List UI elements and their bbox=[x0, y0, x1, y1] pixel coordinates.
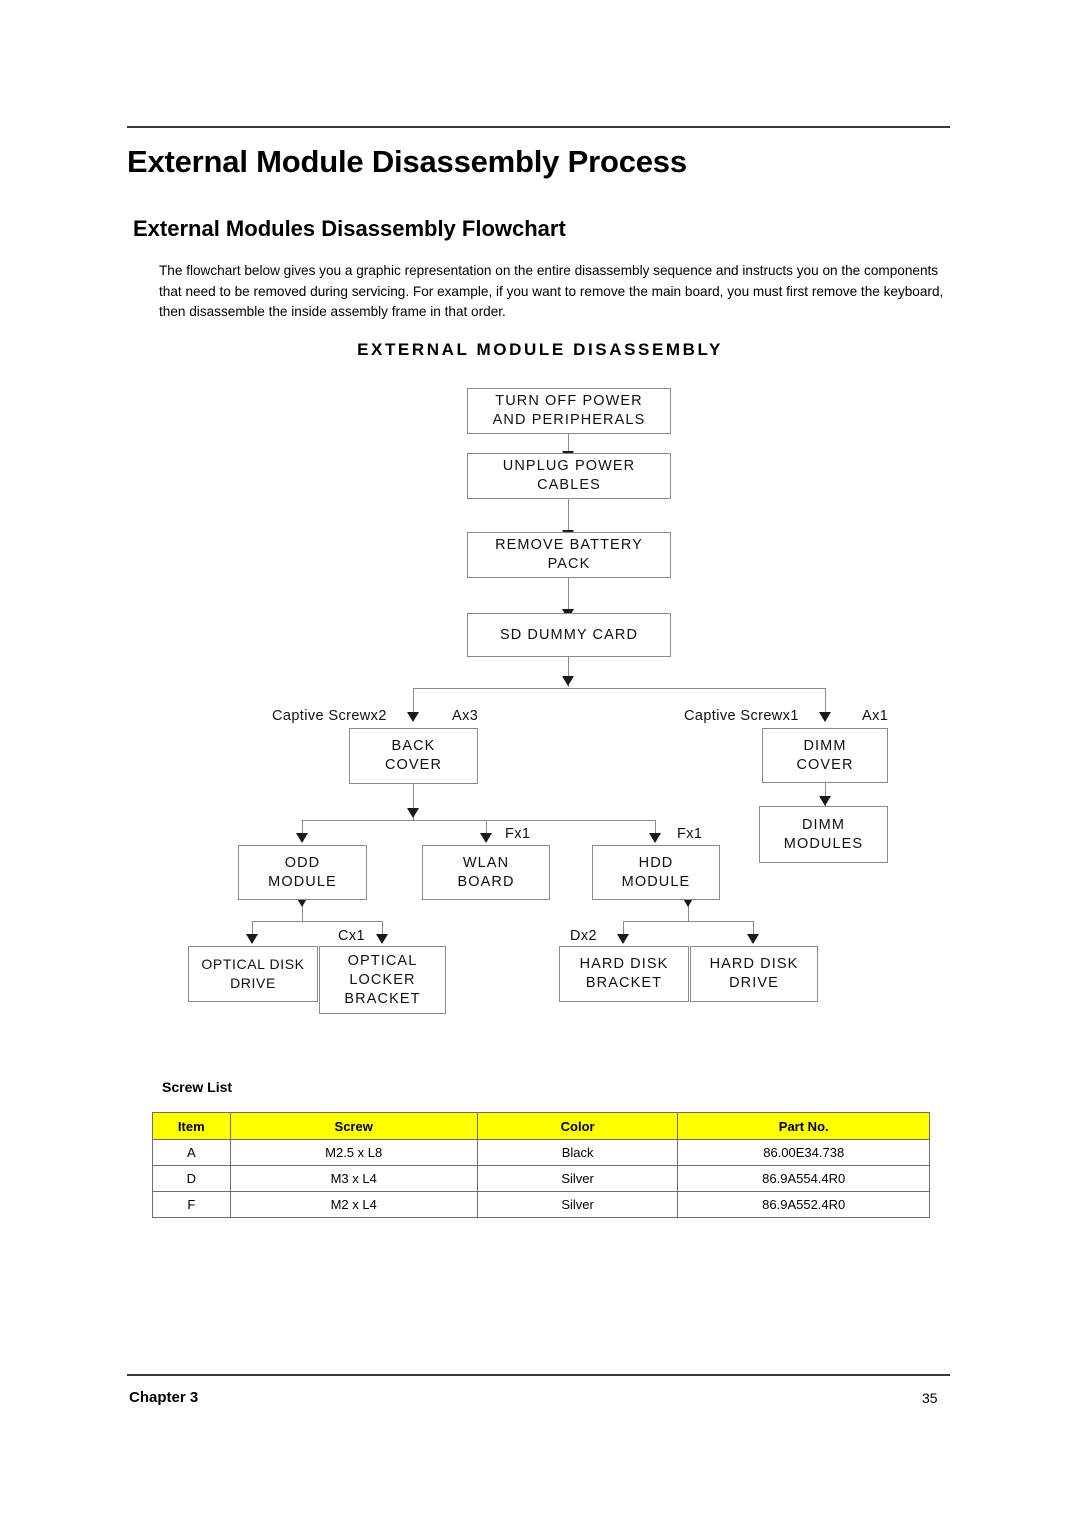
footer-chapter: Chapter 3 bbox=[129, 1389, 199, 1406]
screw-list-title: Screw List bbox=[162, 1079, 233, 1095]
node-unplug-power-line1: UNPLUG POWER bbox=[502, 458, 636, 474]
arrow-to-hdd-module bbox=[649, 833, 661, 843]
edge-split-bar-odd bbox=[252, 921, 382, 922]
edge-split-bar-hdd bbox=[623, 921, 753, 922]
node-hard-disk-drive-line1: HARD DISK bbox=[709, 956, 799, 972]
node-unplug-power-line2: CABLES bbox=[537, 477, 601, 493]
node-wlan-board[interactable]: WLAN BOARD bbox=[422, 845, 550, 900]
node-dimm-modules[interactable]: DIMM MODULES bbox=[759, 806, 888, 863]
cell-screw: M2.5 x L8 bbox=[229, 1139, 478, 1166]
cell-color: Silver bbox=[476, 1191, 679, 1218]
node-hdd-module-line2: MODULE bbox=[621, 873, 691, 890]
column-header-screw: Screw bbox=[229, 1112, 478, 1140]
node-odd-module-line2: MODULE bbox=[268, 873, 337, 890]
table-row: D M3 x L4 Silver 86.9A554.4R0 bbox=[152, 1165, 930, 1192]
annotation-captive-screw-x1: Captive Screwx1 bbox=[684, 708, 799, 724]
node-dimm-modules-line2: MODULES bbox=[783, 835, 864, 852]
node-back-cover[interactable]: BACK COVER bbox=[349, 728, 478, 784]
node-hard-disk-drive[interactable]: HARD DISK DRIVE bbox=[690, 946, 818, 1002]
node-remove-battery-pack[interactable]: REMOVE BATTERY PACK bbox=[467, 532, 671, 578]
cell-part-no: 86.9A552.4R0 bbox=[677, 1191, 930, 1218]
cell-item: F bbox=[152, 1191, 231, 1218]
cell-item: D bbox=[152, 1165, 231, 1192]
node-optical-locker-line1: OPTICAL bbox=[347, 952, 418, 969]
node-hdd-module[interactable]: HDD MODULE bbox=[592, 845, 720, 900]
node-remove-battery-line1: REMOVE BATTERY bbox=[495, 537, 643, 553]
cell-part-no: 86.9A554.4R0 bbox=[677, 1165, 930, 1192]
arrow-to-wlan-board bbox=[480, 833, 492, 843]
cell-part-no: 86.00E34.738 bbox=[677, 1139, 930, 1166]
disassembly-flowchart: TURN OFF POWER AND PERIPHERALS UNPLUG PO… bbox=[0, 0, 1080, 1527]
arrow-to-optical-locker-bracket bbox=[376, 934, 388, 944]
node-turn-off-power-line1: TURN OFF POWER bbox=[495, 393, 643, 409]
annotation-captive-screw-x2: Captive Screwx2 bbox=[272, 708, 387, 724]
node-dimm-modules-line1: DIMM bbox=[801, 816, 846, 833]
node-optical-disk-drive-line2: DRIVE bbox=[230, 975, 276, 991]
arrow-to-hard-disk-bracket bbox=[617, 934, 629, 944]
node-dimm-cover-line1: DIMM bbox=[803, 737, 847, 754]
footer-page-number: 35 bbox=[922, 1390, 938, 1406]
node-back-cover-line1: BACK bbox=[391, 738, 436, 754]
node-odd-module[interactable]: ODD MODULE bbox=[238, 845, 367, 900]
node-turn-off-power-line2: AND PERIPHERALS bbox=[492, 412, 646, 428]
cell-screw: M2 x L4 bbox=[229, 1191, 478, 1218]
node-remove-battery-line2: PACK bbox=[547, 556, 591, 572]
cell-color: Silver bbox=[476, 1165, 679, 1192]
arrow-to-dimm-cover bbox=[819, 712, 831, 722]
node-wlan-board-line2: BOARD bbox=[457, 873, 515, 890]
node-odd-module-line1: ODD bbox=[284, 854, 321, 871]
cell-color: Black bbox=[476, 1139, 679, 1166]
cell-item: A bbox=[152, 1139, 231, 1166]
node-optical-locker-bracket[interactable]: OPTICAL LOCKER BRACKET bbox=[319, 946, 446, 1014]
cell-screw: M3 x L4 bbox=[229, 1165, 478, 1192]
annotation-a-x3: Ax3 bbox=[452, 708, 479, 724]
column-header-color: Color bbox=[476, 1112, 679, 1140]
arrow-backcover-split bbox=[407, 808, 419, 818]
node-optical-locker-line3: BRACKET bbox=[344, 990, 421, 1007]
annotation-f-x1-hdd: Fx1 bbox=[677, 826, 703, 842]
table-row: A M2.5 x L8 Black 86.00E34.738 bbox=[152, 1139, 930, 1166]
node-dimm-cover-line2: COVER bbox=[796, 756, 854, 773]
node-unplug-power-cables[interactable]: UNPLUG POWER CABLES bbox=[467, 453, 671, 499]
annotation-a-x1: Ax1 bbox=[862, 708, 889, 724]
table-row: F M2 x L4 Silver 86.9A552.4R0 bbox=[152, 1191, 930, 1218]
document-page: External Module Disassembly Process Exte… bbox=[0, 0, 1080, 1527]
arrow-to-hard-disk-drive bbox=[747, 934, 759, 944]
arrow-to-optical-disk-drive bbox=[246, 934, 258, 944]
column-header-partno: Part No. bbox=[677, 1112, 930, 1140]
annotation-f-x1-wlan: Fx1 bbox=[505, 826, 531, 842]
node-hard-disk-drive-line2: DRIVE bbox=[729, 975, 779, 991]
node-optical-disk-drive-line1: OPTICAL DISK bbox=[201, 956, 305, 972]
node-sd-dummy-card[interactable]: SD DUMMY CARD bbox=[467, 613, 671, 657]
edge-split-bar-level1 bbox=[413, 688, 825, 689]
arrow-to-odd-module bbox=[296, 833, 308, 843]
node-back-cover-line2: COVER bbox=[384, 757, 443, 773]
node-hard-disk-bracket-line2: BRACKET bbox=[585, 975, 663, 991]
node-hdd-module-line1: HDD bbox=[638, 854, 674, 871]
node-optical-disk-drive[interactable]: OPTICAL DISK DRIVE bbox=[188, 946, 318, 1002]
node-hard-disk-bracket[interactable]: HARD DISK BRACKET bbox=[559, 946, 689, 1002]
column-header-item: Item bbox=[152, 1112, 231, 1140]
node-hard-disk-bracket-line1: HARD DISK bbox=[579, 956, 669, 972]
node-wlan-board-line1: WLAN bbox=[462, 854, 510, 871]
node-turn-off-power[interactable]: TURN OFF POWER AND PERIPHERALS bbox=[467, 388, 671, 434]
annotation-d-x2: Dx2 bbox=[570, 928, 597, 944]
arrow-sd-to-split bbox=[562, 676, 574, 686]
node-optical-locker-line2: LOCKER bbox=[349, 971, 416, 988]
screw-list-table: Item Screw Color Part No. A M2.5 x L8 Bl… bbox=[152, 1112, 930, 1218]
arrow-to-back-cover bbox=[407, 712, 419, 722]
edge-split-bar-level2 bbox=[302, 820, 655, 821]
node-dimm-cover[interactable]: DIMM COVER bbox=[762, 728, 888, 783]
footer-divider bbox=[127, 1374, 950, 1376]
node-sd-dummy-card-label: SD DUMMY CARD bbox=[499, 626, 639, 643]
arrow-dimmcover-to-dimmmodules bbox=[819, 796, 831, 806]
table-header-row: Item Screw Color Part No. bbox=[152, 1112, 930, 1140]
annotation-c-x1: Cx1 bbox=[338, 928, 365, 944]
